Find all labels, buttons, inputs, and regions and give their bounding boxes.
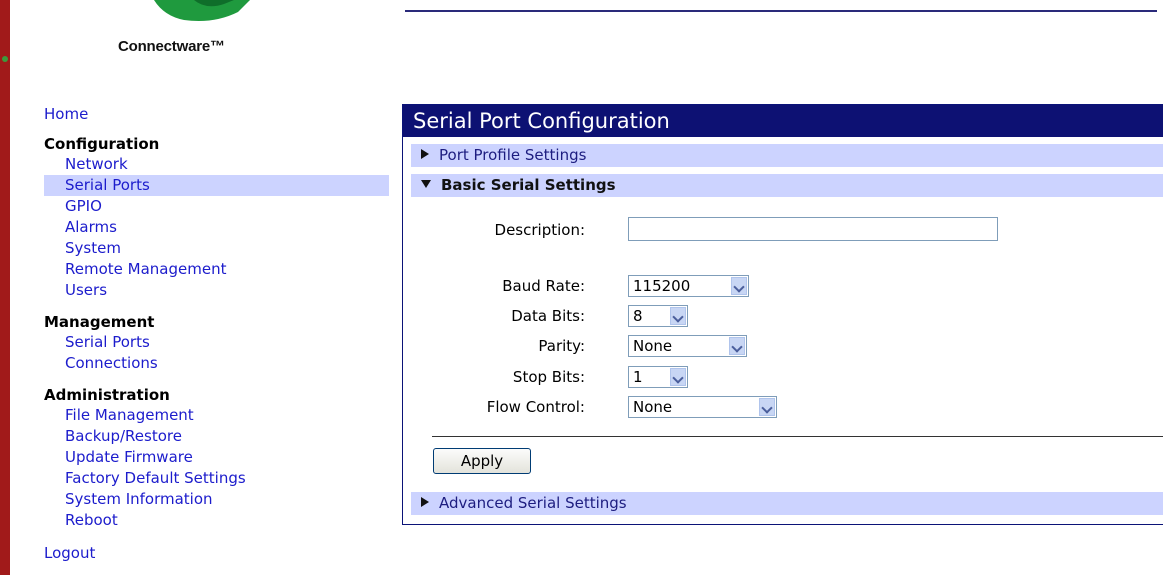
parity-label: Parity:: [538, 337, 585, 355]
chevron-down-icon: [670, 368, 686, 386]
expand-arrow-icon: [421, 149, 429, 159]
section-label-port-profile: Port Profile Settings: [439, 146, 587, 164]
nav-heading-administration: Administration: [44, 386, 170, 404]
section-label-advanced-serial: Advanced Serial Settings: [439, 494, 627, 512]
chevron-down-icon: [729, 337, 745, 355]
window-edge-stripe: [0, 0, 10, 575]
form-divider: [432, 436, 1163, 437]
expand-arrow-icon: [421, 497, 429, 507]
nav-item-connections[interactable]: Connections: [44, 353, 389, 374]
stop-bits-label: Stop Bits:: [512, 368, 585, 386]
flow-control-label: Flow Control:: [486, 398, 585, 416]
flow-control-value: None: [633, 398, 673, 416]
header-divider: [405, 10, 1157, 12]
data-bits-label: Data Bits:: [511, 307, 585, 325]
section-basic-serial-toggle[interactable]: Basic Serial Settings: [411, 174, 1163, 197]
nav-item-system-information[interactable]: System Information: [44, 489, 389, 510]
chevron-down-icon: [670, 307, 686, 325]
stop-bits-value: 1: [633, 368, 643, 386]
nav-logout-link[interactable]: Logout: [44, 543, 389, 564]
collapse-arrow-icon: [421, 180, 431, 188]
nav-item-system[interactable]: System: [44, 238, 389, 259]
serial-port-config-panel: Serial Port Configuration Port Profile S…: [402, 104, 1163, 525]
edge-marker: [2, 56, 8, 62]
nav-item-backup-restore[interactable]: Backup/Restore: [44, 426, 389, 447]
nav-section-administration: Administration File Management Backup/Re…: [44, 386, 389, 531]
nav-heading-management: Management: [44, 313, 155, 331]
description-label: Description:: [494, 221, 585, 239]
data-bits-select[interactable]: 8: [628, 305, 688, 327]
nav-home-link[interactable]: Home: [44, 104, 389, 125]
sidebar-nav: Home Configuration Network Serial Ports …: [44, 104, 389, 564]
nav-heading-configuration: Configuration: [44, 135, 160, 153]
section-port-profile-toggle[interactable]: Port Profile Settings: [411, 144, 1163, 167]
panel-title: Serial Port Configuration: [403, 105, 1163, 137]
nav-section-configuration: Configuration Network Serial Ports GPIO …: [44, 135, 389, 301]
stop-bits-select[interactable]: 1: [628, 366, 688, 388]
nav-item-file-management[interactable]: File Management: [44, 405, 389, 426]
nav-item-serial-ports[interactable]: Serial Ports: [44, 175, 389, 196]
logo-mark-icon: [154, 0, 250, 21]
baud-rate-select[interactable]: 115200: [628, 275, 749, 297]
brand-name: Connectware™: [118, 38, 225, 55]
section-label-basic-serial: Basic Serial Settings: [441, 176, 616, 194]
data-bits-value: 8: [633, 307, 643, 325]
nav-item-reboot[interactable]: Reboot: [44, 510, 389, 531]
nav-item-factory-default-settings[interactable]: Factory Default Settings: [44, 468, 389, 489]
flow-control-select[interactable]: None: [628, 396, 777, 418]
company-logo: Connectware™: [118, 0, 298, 62]
nav-item-users[interactable]: Users: [44, 280, 389, 301]
parity-select[interactable]: None: [628, 335, 747, 357]
nav-item-network[interactable]: Network: [44, 154, 389, 175]
nav-section-management: Management Serial Ports Connections: [44, 313, 389, 374]
apply-button[interactable]: Apply: [433, 448, 531, 474]
nav-item-remote-management[interactable]: Remote Management: [44, 259, 389, 280]
section-advanced-serial-toggle[interactable]: Advanced Serial Settings: [411, 492, 1163, 515]
baud-rate-label: Baud Rate:: [502, 277, 585, 295]
parity-value: None: [633, 337, 673, 355]
chevron-down-icon: [759, 398, 775, 416]
nav-item-update-firmware[interactable]: Update Firmware: [44, 447, 389, 468]
nav-item-alarms[interactable]: Alarms: [44, 217, 389, 238]
description-field[interactable]: [628, 217, 998, 241]
nav-item-mgmt-serial-ports[interactable]: Serial Ports: [44, 332, 389, 353]
nav-item-gpio[interactable]: GPIO: [44, 196, 389, 217]
chevron-down-icon: [731, 277, 747, 295]
baud-rate-value: 115200: [633, 277, 691, 295]
